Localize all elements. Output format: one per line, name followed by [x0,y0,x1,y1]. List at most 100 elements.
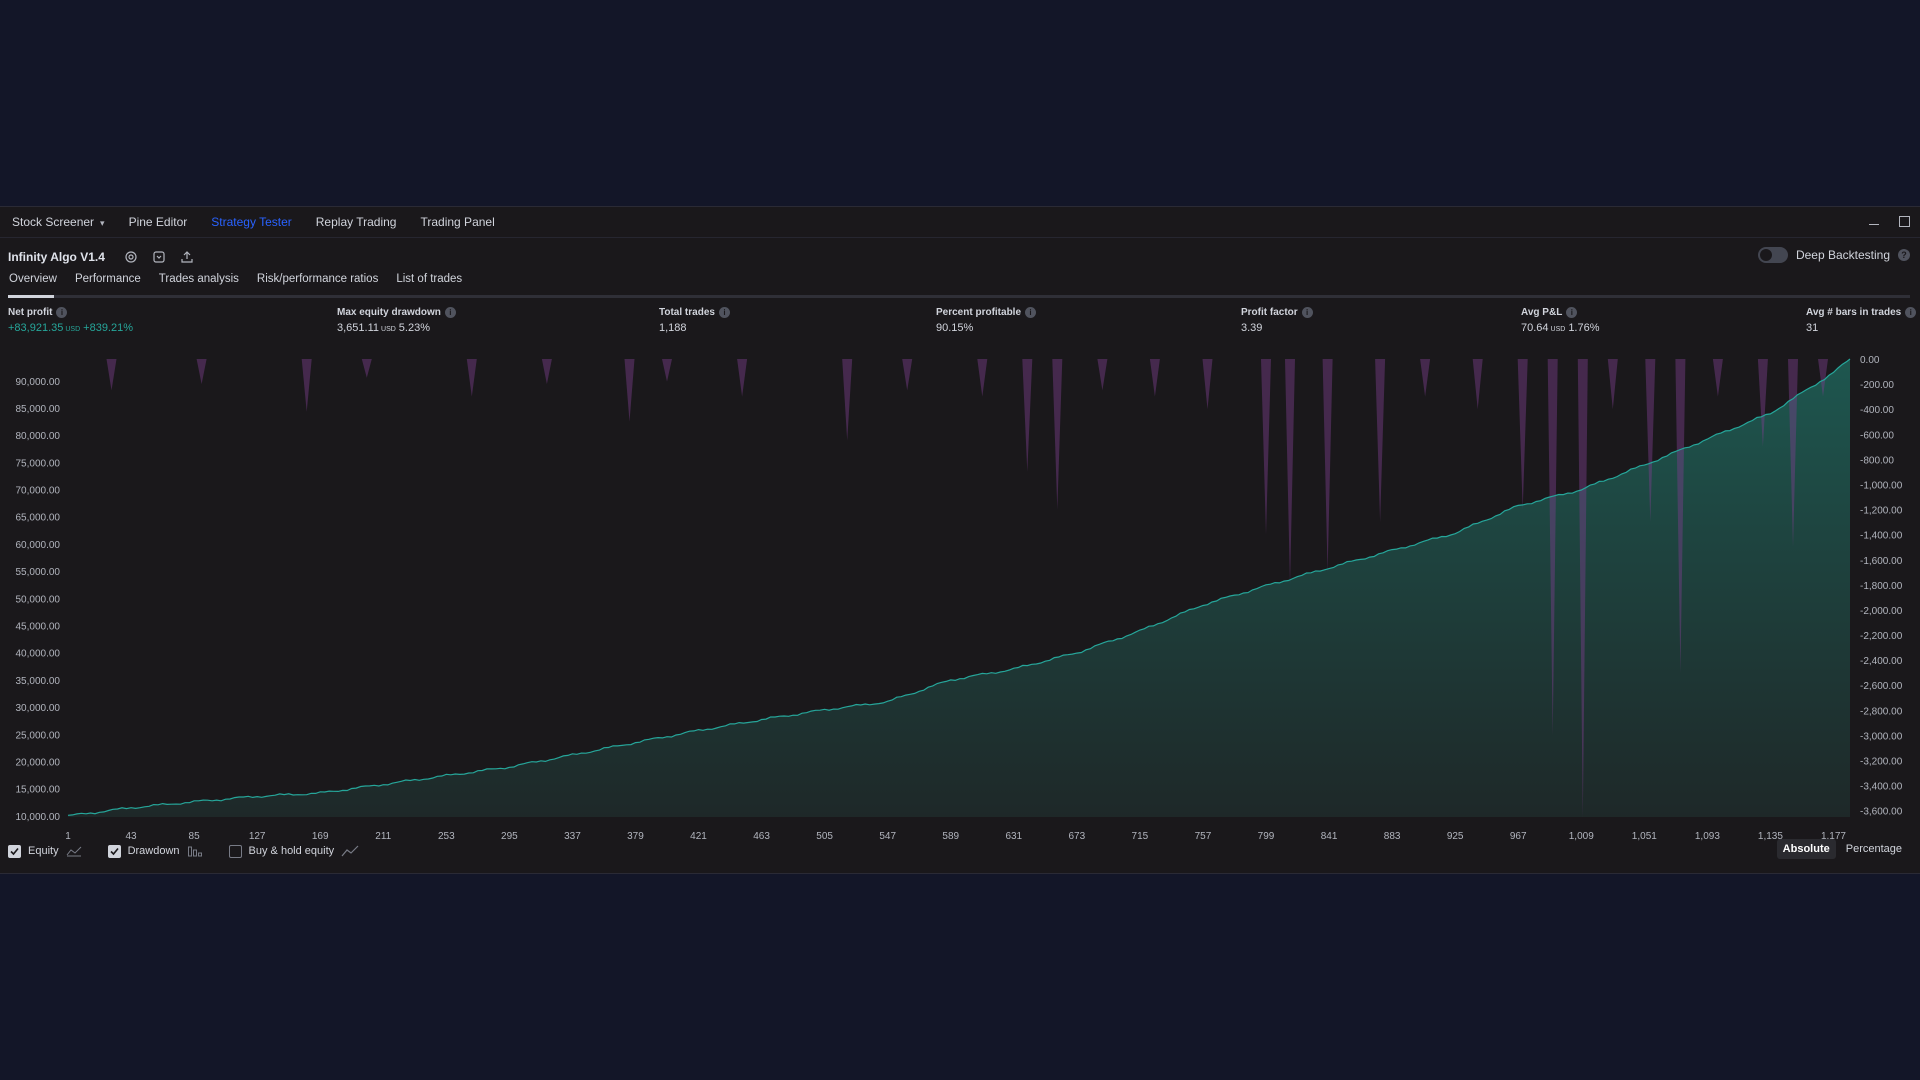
tab-strategy-tester[interactable]: Strategy Tester [199,215,303,229]
chart-legend: Equity Drawdown Buy & hold equity [8,841,375,861]
x-tick-label: 421 [690,831,707,842]
stat-label: Total trades [659,307,715,318]
checkbox-unchecked[interactable] [228,844,242,858]
tab-stock-screener[interactable]: Stock Screener ▾ [0,215,117,229]
stat-percent: 5.23% [398,322,430,334]
y-left-tick-label: 35,000.00 [16,676,61,687]
x-tick-label: 1,009 [1569,831,1594,842]
tab-trading-panel[interactable]: Trading Panel [408,215,506,229]
y-right-tick-label: -2,800.00 [1860,706,1903,717]
subtab-overview[interactable]: Overview [0,269,66,291]
y-right-tick-label: -3,600.00 [1860,807,1903,818]
y-right-tick-label: -2,600.00 [1860,681,1903,692]
drawdown-bar [1607,359,1618,410]
stat-label: Percent profitable [936,307,1022,318]
drawdown-bar [1052,359,1063,510]
strategy-subtabs: Overview Performance Trades analysis Ris… [0,269,1910,293]
scale-modes: Absolute Percentage [1776,839,1908,859]
x-tick-label: 379 [627,831,644,842]
subtab-risk-performance-ratios[interactable]: Risk/performance ratios [248,269,387,291]
settings-icon[interactable] [123,249,139,265]
legend-buy-hold-equity[interactable]: Buy & hold equity [228,844,360,858]
x-tick-label: 799 [1258,831,1275,842]
drawdown-bar [1517,359,1528,510]
drawdown-bar [1322,359,1333,573]
stat-value: 90.15% [936,322,974,334]
drawdown-bar [1202,359,1213,410]
y-right-tick-label: -1,400.00 [1860,531,1903,542]
y-left-tick-label: 60,000.00 [16,540,61,551]
info-icon[interactable]: i [56,307,68,318]
deep-backtesting: Deep Backtesting ? [1757,247,1910,263]
mode-percentage[interactable]: Percentage [1840,839,1908,859]
drawdown-bar [842,359,853,441]
checkbox-checked[interactable] [8,844,21,858]
y-left-tick-label: 10,000.00 [16,812,61,823]
drawdown-bar [662,359,672,382]
y-right-tick-label: -2,200.00 [1860,631,1903,642]
drawdown-bar [1261,359,1271,535]
y-left-tick-label: 15,000.00 [16,785,61,796]
drawdown-bar [624,359,635,422]
stat-value: +83,921.35 [8,322,64,334]
y-left-tick-label: 90,000.00 [16,377,61,388]
help-icon[interactable]: ? [1898,249,1910,261]
drawdown-bar [361,359,372,378]
stat-unit: USD [1550,326,1566,333]
info-icon[interactable]: i [444,307,456,318]
stat-label: Avg P&L [1521,307,1563,318]
x-tick-label: 337 [564,831,581,842]
stat-label: Avg # bars in trades [1806,307,1902,318]
legend-drawdown[interactable]: Drawdown [107,844,203,858]
x-tick-label: 463 [753,831,770,842]
mode-absolute[interactable]: Absolute [1776,839,1836,859]
maximize-icon[interactable] [1896,213,1912,229]
drawdown-bar [1472,359,1483,410]
stat-unit: USD [381,326,396,333]
info-icon[interactable]: i [1301,307,1313,318]
tab-pine-editor[interactable]: Pine Editor [117,215,200,229]
drawdown-bar [737,359,748,397]
stat-unit: USD [65,326,81,333]
stat-label: Net profit [8,307,53,318]
tab-label: Stock Screener [12,215,95,229]
stat-label: Profit factor [1241,307,1298,318]
column-chart-icon [187,846,202,857]
subtab-list-of-trades[interactable]: List of trades [387,269,471,291]
drawdown-bar [1375,359,1386,523]
y-right-tick-label: -2,400.00 [1860,656,1903,667]
y-right-tick-label: -3,400.00 [1860,782,1903,793]
checkbox-checked[interactable] [107,844,121,858]
y-left-tick-label: 80,000.00 [16,431,61,442]
legend-equity[interactable]: Equity [8,844,82,858]
subtab-performance[interactable]: Performance [66,269,150,291]
drawdown-bar [977,359,988,397]
info-icon[interactable]: i [1025,307,1037,318]
deep-backtesting-toggle[interactable] [1757,247,1788,263]
y-left-tick-label: 45,000.00 [16,622,61,633]
tab-replay-trading[interactable]: Replay Trading [304,215,409,229]
equity-chart[interactable]: 90,000.00 85,000.00 80,000.00 75,000.00 70,0… [0,349,1920,843]
area-chart-icon [66,846,81,857]
x-tick-label: 547 [879,831,896,842]
export-icon[interactable] [179,249,195,265]
drawdown-bar [1420,359,1431,397]
drawdown-bar [196,359,207,385]
legend-label: Buy & hold equity [248,845,335,857]
drawdown-bar [106,359,117,391]
info-icon[interactable]: i [1566,307,1578,318]
y-right-tick-label: 0.00 [1860,355,1880,366]
y-left-tick-label: 70,000.00 [16,486,61,497]
y-right-tick-label: -400.00 [1860,405,1894,416]
x-tick-label: 505 [816,831,833,842]
drawdown-bar [466,359,477,397]
subtab-trades-analysis[interactable]: Trades analysis [150,269,248,291]
info-icon[interactable]: i [718,307,730,318]
source-code-icon[interactable] [151,249,167,265]
stat-label: Max equity drawdown [337,307,441,318]
x-tick-label: 883 [1384,831,1401,842]
stat-profit-factor: Profit factor i 3.39 [1241,307,1313,334]
minimize-icon[interactable] [1866,213,1882,229]
stat-avg-bars: Avg # bars in trades i 31 [1806,307,1917,334]
info-icon[interactable]: i [1905,307,1917,318]
